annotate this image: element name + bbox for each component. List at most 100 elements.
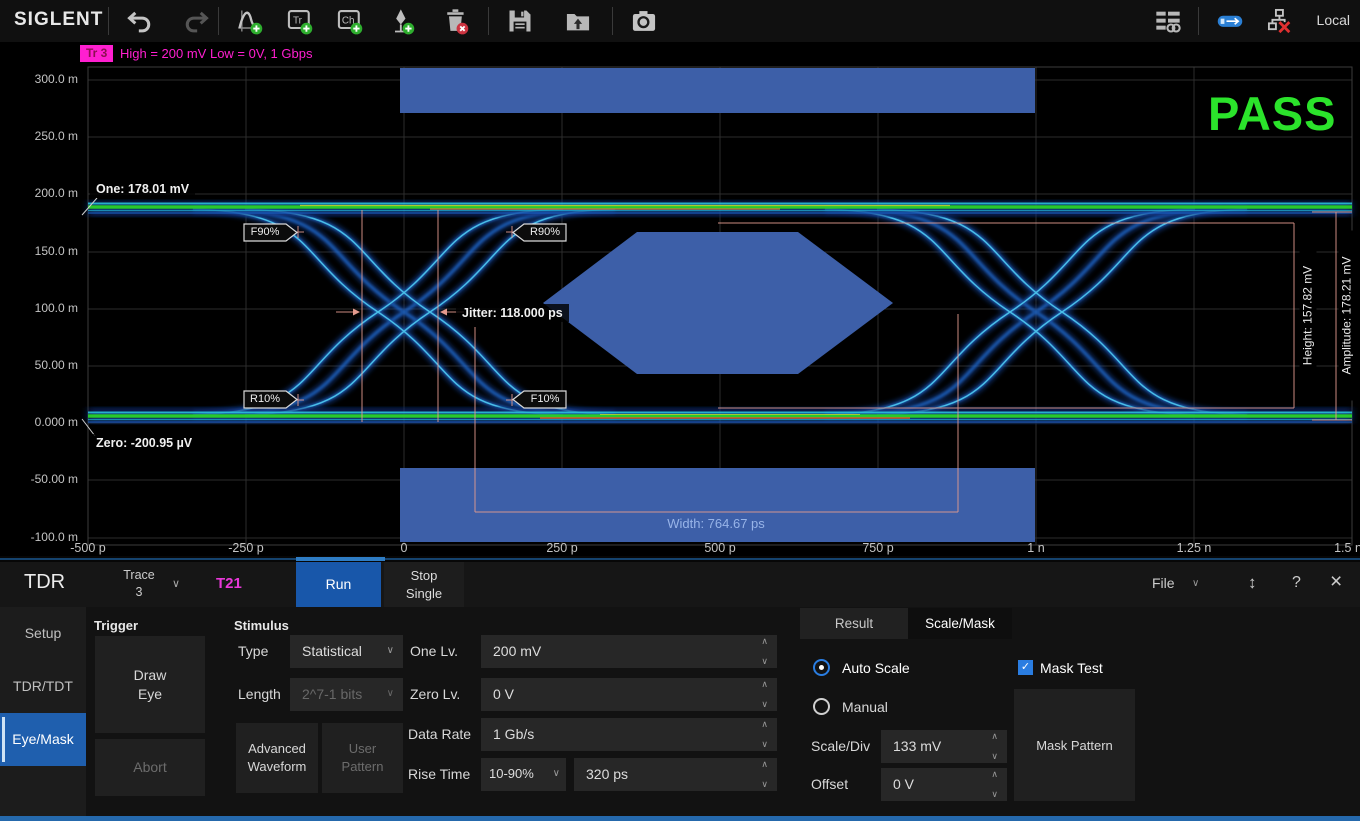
- spinner-up-icon[interactable]: ∧: [761, 679, 768, 690]
- y-tick: -50.00 m: [0, 472, 78, 486]
- offset-label: Offset: [811, 776, 848, 792]
- spinner-down-icon[interactable]: ∨: [761, 739, 768, 750]
- undo-button[interactable]: [124, 6, 156, 36]
- add-marker-button[interactable]: [386, 6, 418, 36]
- panel-sidebar: Setup TDR/TDT Eye/Mask: [0, 607, 86, 816]
- advanced-waveform-button[interactable]: Advanced Waveform: [236, 723, 318, 793]
- list-link-icon: [1154, 7, 1182, 35]
- toolbar: SIGLENT Tr: [0, 0, 1360, 42]
- auto-scale-radio[interactable]: [813, 659, 830, 676]
- add-channel-button[interactable]: Ch: [334, 6, 366, 36]
- rise-time-label: Rise Time: [408, 766, 470, 782]
- y-tick: 150.0 m: [0, 244, 78, 258]
- resize-panel-icon[interactable]: ↕: [1248, 573, 1257, 593]
- tab-eye-mask[interactable]: Eye/Mask: [0, 713, 86, 766]
- spinner-up-icon[interactable]: ∧: [761, 759, 768, 770]
- close-panel-icon[interactable]: ×: [1330, 570, 1342, 594]
- spinner-down-icon[interactable]: ∨: [991, 751, 998, 762]
- scale-div-spinner[interactable]: 133 mV ∧ ∨: [881, 730, 1007, 763]
- spinner-down-icon[interactable]: ∨: [761, 656, 768, 667]
- chevron-down-icon[interactable]: ∨: [1192, 578, 1199, 589]
- scale-div-label: Scale/Div: [811, 738, 870, 754]
- data-rate-value: 1 Gb/s: [493, 726, 534, 742]
- trace-selector[interactable]: Trace 3: [112, 567, 166, 601]
- rise-time-range-dropdown[interactable]: 10-90% ∨: [481, 758, 566, 791]
- zero-lv-label: Zero Lv.: [410, 686, 460, 702]
- manual-radio[interactable]: [813, 698, 830, 715]
- amplitude-label: Amplitude: 178.21 mV: [1339, 231, 1356, 401]
- help-icon[interactable]: ?: [1292, 574, 1301, 592]
- stop-single-button[interactable]: Stop Single: [384, 562, 464, 607]
- manual-label: Manual: [842, 699, 888, 715]
- spinner-up-icon[interactable]: ∧: [761, 636, 768, 647]
- one-lv-value: 200 mV: [493, 643, 541, 659]
- zero-lv-spinner[interactable]: 0 V ∧ ∨: [481, 678, 777, 711]
- session-list-button[interactable]: [1152, 6, 1184, 36]
- tab-tdr-tdt[interactable]: TDR/TDT: [0, 660, 86, 713]
- flag-f90: F90%: [243, 224, 287, 241]
- length-dropdown[interactable]: 2^7-1 bits ∨: [290, 678, 403, 711]
- screenshot-button[interactable]: [628, 6, 660, 36]
- offset-spinner[interactable]: 0 V ∧ ∨: [881, 768, 1007, 801]
- redo-button[interactable]: [180, 6, 212, 36]
- tab-setup[interactable]: Setup: [0, 607, 86, 660]
- rise-time-spinner[interactable]: 320 ps ∧ ∨: [574, 758, 777, 791]
- data-rate-spinner[interactable]: 1 Gb/s ∧ ∨: [481, 718, 777, 751]
- y-tick: 100.0 m: [0, 301, 78, 315]
- one-lv-spinner[interactable]: 200 mV ∧ ∨: [481, 635, 777, 668]
- type-dropdown[interactable]: Statistical ∨: [290, 635, 403, 668]
- file-menu[interactable]: File: [1152, 575, 1175, 591]
- toolbar-separator: [612, 7, 613, 35]
- siglent-logo: SIGLENT: [14, 9, 103, 31]
- eye-diagram-plot: Tr 3 High = 200 mV Low = 0V, 1 Gbps 300.…: [0, 42, 1360, 556]
- add-trace-button[interactable]: Tr: [284, 6, 316, 36]
- y-tick: 0.000 m: [0, 415, 78, 429]
- add-waveform-icon: [236, 7, 264, 35]
- one-lv-label: One Lv.: [410, 643, 458, 659]
- tab-scale-mask[interactable]: Scale/Mask: [908, 608, 1012, 639]
- type-label: Type: [238, 643, 268, 659]
- delete-trash-icon: [442, 7, 470, 35]
- spinner-up-icon[interactable]: ∧: [991, 731, 998, 742]
- data-rate-label: Data Rate: [408, 726, 471, 742]
- spinner-down-icon[interactable]: ∨: [991, 789, 998, 800]
- y-tick: 200.0 m: [0, 186, 78, 200]
- user-pattern-line1: User: [349, 740, 376, 758]
- open-button[interactable]: [562, 6, 594, 36]
- save-button[interactable]: [504, 6, 536, 36]
- usb-status: [1214, 6, 1246, 36]
- add-trace-icon: Tr: [286, 7, 314, 35]
- stimulus-header: Stimulus: [234, 618, 289, 633]
- toolbar-separator: [488, 7, 489, 35]
- chevron-down-icon: ∨: [553, 768, 560, 779]
- save-floppy-icon: [506, 7, 534, 35]
- x-tick: 1.25 n: [1159, 541, 1229, 555]
- run-button[interactable]: Run: [296, 562, 381, 607]
- usb-icon: [1216, 7, 1244, 35]
- bottom-accent-strip: [0, 816, 1360, 821]
- trace-settings-text: High = 200 mV Low = 0V, 1 Gbps: [120, 46, 312, 61]
- spinner-up-icon[interactable]: ∧: [991, 769, 998, 780]
- chevron-down-icon[interactable]: ∨: [172, 577, 180, 590]
- user-pattern-button[interactable]: User Pattern: [322, 723, 403, 793]
- x-tick: 750 p: [843, 541, 913, 555]
- app-title: TDR: [24, 571, 65, 594]
- add-waveform-button[interactable]: [234, 6, 266, 36]
- auto-scale-label: Auto Scale: [842, 660, 910, 676]
- advanced-waveform-line1: Advanced: [248, 740, 306, 758]
- draw-eye-line1: Draw: [134, 666, 167, 685]
- spinner-down-icon[interactable]: ∨: [761, 699, 768, 710]
- divider-highlight[interactable]: [296, 557, 385, 561]
- mask-test-checkbox[interactable]: ✓: [1018, 660, 1033, 675]
- zero-level-label: Zero: -200.95 µV: [90, 434, 198, 452]
- draw-eye-button[interactable]: Draw Eye: [95, 636, 205, 733]
- abort-button[interactable]: Abort: [95, 739, 205, 796]
- length-value: 2^7-1 bits: [302, 686, 362, 702]
- tab-result[interactable]: Result: [800, 608, 908, 639]
- spinner-up-icon[interactable]: ∧: [761, 719, 768, 730]
- mask-pattern-button[interactable]: Mask Pattern: [1014, 689, 1135, 801]
- spinner-down-icon[interactable]: ∨: [761, 779, 768, 790]
- siglent-tdr-app: SIGLENT Tr: [0, 0, 1360, 821]
- control-panel: TDR Trace 3 ∨ T21 Run Stop Single File ∨…: [0, 562, 1360, 816]
- delete-button[interactable]: [440, 6, 472, 36]
